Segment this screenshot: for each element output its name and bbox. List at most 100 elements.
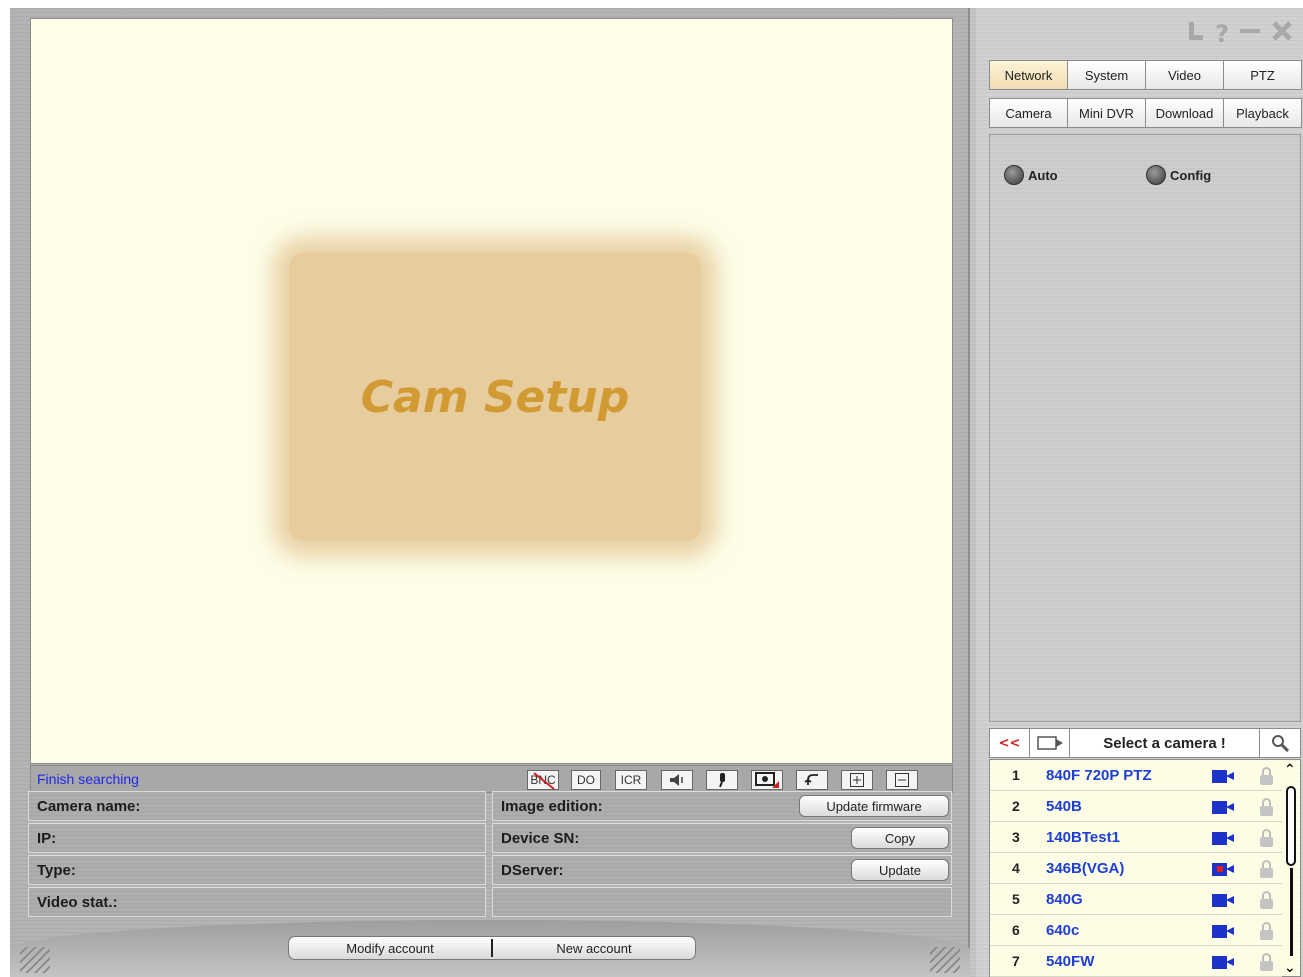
lock-icon[interactable]	[1260, 922, 1273, 940]
camera-name: 140BTest1	[1046, 829, 1120, 846]
scroll-down-icon[interactable]: ⌄	[1284, 960, 1296, 976]
search-button[interactable]	[1260, 729, 1300, 757]
camera-list: 7 540FW 6 640c 5 840G 4 346B(VGA) 3 140BTest1 2 540…	[989, 759, 1301, 977]
camera-name: 840F 720P PTZ	[1046, 767, 1152, 784]
camera-icon[interactable]	[1212, 770, 1234, 783]
video-viewport[interactable]: Cam Setup	[30, 18, 953, 764]
zoom-in-button[interactable]	[841, 770, 873, 790]
type-row: Type:	[28, 855, 486, 885]
status-text: Finish searching	[37, 771, 139, 787]
do-button[interactable]: DO	[571, 770, 601, 790]
camera-recording-icon[interactable]	[1212, 863, 1234, 876]
camera-sort-button[interactable]	[1030, 729, 1070, 757]
tab-mini-dvr[interactable]: Mini DVR	[1067, 98, 1146, 128]
scroll-up-icon[interactable]: ⌃	[1284, 762, 1296, 778]
image-edition-row: Image edition: Update firmware	[492, 791, 952, 821]
ip-row: IP:	[28, 823, 486, 853]
tab-network[interactable]: Network	[989, 60, 1068, 90]
camera-icon[interactable]	[1212, 956, 1234, 969]
microphone-icon	[719, 773, 725, 788]
speaker-button[interactable]	[661, 770, 693, 790]
tab-system[interactable]: System	[1067, 60, 1146, 90]
select-camera-text: Select a camera	[1103, 734, 1217, 752]
help-icon[interactable]: ?	[1215, 20, 1229, 48]
app-window: Cam Setup Finish searching BNC DO ICR	[10, 8, 1303, 977]
speaker-icon	[670, 774, 683, 786]
scroll-track	[1290, 868, 1293, 956]
lock-icon[interactable]	[1260, 767, 1273, 785]
device-sn-label: Device SN:	[501, 830, 580, 847]
copy-button[interactable]: Copy	[851, 827, 949, 849]
auto-radio-dot	[1004, 165, 1024, 185]
collapse-button[interactable]: <<	[990, 729, 1030, 757]
list-item[interactable]: 7 540FW	[990, 946, 1282, 977]
video-stat-value-row	[492, 887, 952, 917]
resize-grip-right	[930, 947, 960, 973]
camera-number: 6	[1012, 922, 1020, 938]
rotate-button[interactable]	[796, 770, 828, 790]
window-controls: ?	[1187, 20, 1293, 48]
cam-setup-logo: Cam Setup	[289, 253, 701, 541]
config-radio[interactable]: Config	[1146, 165, 1211, 185]
search-icon	[1272, 735, 1289, 752]
camera-icon[interactable]	[1212, 801, 1234, 814]
new-account-button[interactable]: New account	[493, 937, 695, 959]
config-radio-dot	[1146, 165, 1166, 185]
left-panel: Cam Setup Finish searching BNC DO ICR	[10, 8, 970, 977]
camera-name: 540B	[1046, 798, 1082, 815]
camera-icon[interactable]	[1212, 832, 1234, 845]
close-icon[interactable]	[1271, 20, 1293, 48]
logo-text: Cam Setup	[360, 371, 630, 423]
type-label: Type:	[37, 862, 76, 879]
camera-icon[interactable]	[1212, 925, 1234, 938]
network-settings-panel: Auto Config	[989, 134, 1301, 722]
scroll-thumb[interactable]	[1286, 786, 1296, 866]
list-item[interactable]: 4 346B(VGA)	[990, 853, 1282, 884]
do-label: DO	[577, 773, 595, 787]
image-edition-label: Image edition:	[501, 798, 603, 815]
camera-icon[interactable]	[1212, 894, 1234, 907]
tab-video[interactable]: Video	[1145, 60, 1224, 90]
camera-name: 346B(VGA)	[1046, 860, 1125, 877]
camera-list-scrollbar[interactable]: ⌃ ⌄	[1282, 760, 1300, 976]
update-button[interactable]: Update	[851, 859, 949, 881]
icr-button[interactable]: ICR	[615, 770, 647, 790]
bnc-strike-icon	[533, 772, 555, 790]
video-stat-label: Video stat.:	[37, 894, 118, 911]
auto-radio[interactable]: Auto	[1004, 165, 1058, 185]
minimize-icon[interactable]	[1239, 20, 1261, 48]
snapshot-button[interactable]	[751, 770, 783, 790]
list-item[interactable]: 3 140BTest1	[990, 822, 1282, 853]
bnc-button[interactable]: BNC	[527, 770, 559, 790]
tab-playback[interactable]: Playback	[1223, 98, 1302, 128]
login-icon[interactable]	[1187, 20, 1205, 48]
update-firmware-button[interactable]: Update firmware	[799, 795, 949, 817]
ip-label: IP:	[37, 830, 57, 847]
tab-row-2: Camera Mini DVR Download Playback	[989, 98, 1302, 128]
tab-row-1: Network System Video PTZ	[989, 60, 1302, 90]
camera-number: 3	[1012, 829, 1020, 845]
camera-number: 2	[1012, 798, 1020, 814]
camera-number: 7	[1012, 953, 1020, 969]
list-item[interactable]: 6 640c	[990, 915, 1282, 946]
zoom-out-button[interactable]	[886, 770, 918, 790]
tab-camera[interactable]: Camera	[989, 98, 1068, 128]
tab-download[interactable]: Download	[1145, 98, 1224, 128]
lock-icon[interactable]	[1260, 891, 1273, 909]
config-label: Config	[1170, 167, 1212, 183]
camera-name-label: Camera name:	[37, 798, 141, 815]
lock-icon[interactable]	[1260, 829, 1273, 847]
camera-number: 5	[1012, 891, 1020, 907]
tab-ptz[interactable]: PTZ	[1223, 60, 1302, 90]
lock-icon[interactable]	[1260, 953, 1273, 971]
modify-account-button[interactable]: Modify account	[289, 937, 491, 959]
lock-icon[interactable]	[1260, 860, 1273, 878]
list-item[interactable]: 2 540B	[990, 791, 1282, 822]
video-stat-row: Video stat.:	[28, 887, 486, 917]
lock-icon[interactable]	[1260, 798, 1273, 816]
list-item[interactable]: 5 840G	[990, 884, 1282, 915]
list-item[interactable]: 1 840F 720P PTZ	[990, 760, 1282, 791]
hand-pointer-icon	[1036, 736, 1063, 750]
zoom-in-icon	[850, 773, 864, 787]
microphone-button[interactable]	[706, 770, 738, 790]
